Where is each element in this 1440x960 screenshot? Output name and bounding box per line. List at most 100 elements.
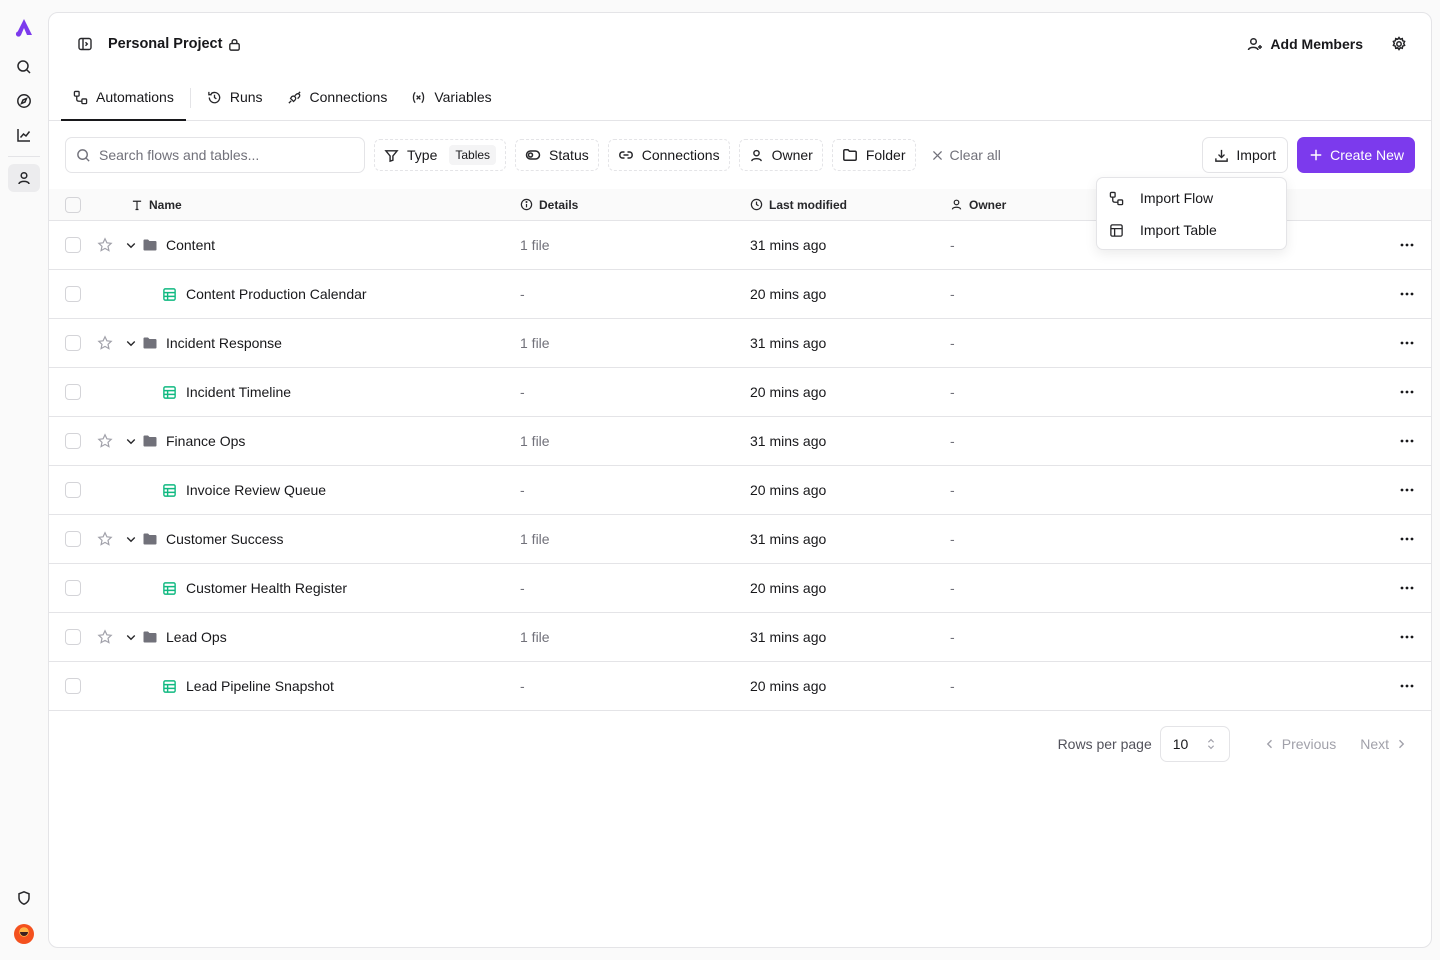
row-name[interactable]: Finance Ops — [166, 433, 245, 449]
rows-per-page-select[interactable]: 10 — [1159, 726, 1230, 762]
row-last-modified: 31 mins ago — [750, 335, 827, 351]
table-row[interactable]: Invoice Review Queue - 20 mins ago - — [49, 466, 1431, 515]
row-name[interactable]: Incident Response — [166, 335, 282, 351]
create-new-button[interactable]: Create New — [1297, 137, 1415, 173]
analytics-chart-icon[interactable] — [8, 121, 40, 149]
more-actions-icon[interactable] — [1399, 629, 1415, 645]
user-icon — [950, 198, 963, 211]
search-box[interactable] — [65, 137, 365, 173]
user-avatar[interactable] — [14, 924, 34, 944]
chevron-down-icon[interactable] — [125, 435, 137, 447]
row-checkbox[interactable] — [65, 335, 81, 351]
row-select-cell — [49, 678, 97, 694]
table-row[interactable]: Customer Health Register - 20 mins ago - — [49, 564, 1431, 613]
row-checkbox[interactable] — [65, 237, 81, 253]
tab-variables[interactable]: Variables — [399, 74, 503, 120]
row-select-cell — [49, 335, 97, 351]
more-actions-icon[interactable] — [1399, 237, 1415, 253]
project-user-icon[interactable] — [8, 164, 40, 192]
filter-label: Connections — [641, 147, 720, 163]
clear-all-button[interactable]: Clear all — [925, 147, 1007, 163]
row-checkbox[interactable] — [65, 482, 81, 498]
table-row[interactable]: Lead Pipeline Snapshot - 20 mins ago - — [49, 662, 1431, 711]
more-actions-icon[interactable] — [1399, 678, 1415, 694]
row-select-cell — [49, 531, 97, 547]
column-name[interactable]: Name — [131, 198, 182, 212]
folder-outline-icon — [842, 147, 858, 163]
folder-row[interactable]: Finance Ops 1 file 31 mins ago - — [49, 417, 1431, 466]
row-name[interactable]: Lead Ops — [166, 629, 227, 645]
row-details: 1 file — [520, 531, 550, 547]
more-actions-icon[interactable] — [1399, 384, 1415, 400]
folder-icon — [142, 629, 158, 645]
explore-compass-icon[interactable] — [8, 87, 40, 115]
row-checkbox[interactable] — [65, 580, 81, 596]
history-icon — [207, 90, 222, 105]
tab-connections[interactable]: Connections — [275, 74, 400, 120]
row-name[interactable]: Customer Health Register — [186, 580, 347, 596]
sidebar-toggle-icon[interactable] — [74, 33, 96, 55]
search-icon[interactable] — [8, 53, 40, 81]
import-button[interactable]: Import — [1202, 137, 1289, 173]
column-owner[interactable]: Owner — [950, 198, 1006, 212]
star-icon[interactable] — [97, 531, 113, 547]
folder-row[interactable]: Customer Success 1 file 31 mins ago - — [49, 515, 1431, 564]
folder-row[interactable]: Lead Ops 1 file 31 mins ago - — [49, 613, 1431, 662]
toggle-icon — [525, 147, 541, 163]
row-checkbox[interactable] — [65, 433, 81, 449]
add-members-button[interactable]: Add Members — [1241, 30, 1369, 58]
star-icon[interactable] — [97, 335, 113, 351]
row-checkbox[interactable] — [65, 384, 81, 400]
shield-icon[interactable] — [16, 890, 32, 906]
table-row[interactable]: Incident Timeline - 20 mins ago - — [49, 368, 1431, 417]
project-title[interactable]: Personal Project — [108, 36, 222, 52]
folder-filter-button[interactable]: Folder — [831, 139, 916, 171]
main-panel: Personal Project Add Members Automations — [48, 12, 1432, 948]
row-name[interactable]: Invoice Review Queue — [186, 482, 326, 498]
folder-icon — [142, 433, 158, 449]
tab-automations[interactable]: Automations — [61, 74, 186, 121]
connections-filter-button[interactable]: Connections — [607, 139, 730, 171]
owner-filter-button[interactable]: Owner — [738, 139, 823, 171]
chevron-down-icon[interactable] — [125, 239, 137, 251]
column-details[interactable]: Details — [520, 198, 578, 212]
type-filter-button[interactable]: Type Tables — [374, 139, 507, 171]
folder-icon — [142, 237, 158, 253]
more-actions-icon[interactable] — [1399, 531, 1415, 547]
chevron-down-icon[interactable] — [125, 533, 137, 545]
tab-runs[interactable]: Runs — [195, 74, 275, 120]
row-name[interactable]: Content — [166, 237, 215, 253]
row-checkbox[interactable] — [65, 531, 81, 547]
star-icon[interactable] — [97, 433, 113, 449]
settings-gear-icon[interactable] — [1391, 36, 1407, 52]
app-logo-icon[interactable] — [13, 17, 35, 39]
select-all-checkbox[interactable] — [65, 196, 81, 213]
more-actions-icon[interactable] — [1399, 482, 1415, 498]
more-actions-icon[interactable] — [1399, 286, 1415, 302]
star-icon[interactable] — [97, 629, 113, 645]
row-checkbox[interactable] — [65, 286, 81, 302]
more-actions-icon[interactable] — [1399, 580, 1415, 596]
column-last-modified[interactable]: Last modified — [750, 198, 847, 212]
chevron-down-icon[interactable] — [125, 337, 137, 349]
next-page-button[interactable]: Next — [1352, 736, 1415, 752]
row-checkbox[interactable] — [65, 629, 81, 645]
row-owner: - — [950, 237, 955, 253]
import-flow-item[interactable]: Import Flow — [1101, 182, 1282, 214]
table-row[interactable]: Content Production Calendar - 20 mins ago - — [49, 270, 1431, 319]
row-name[interactable]: Incident Timeline — [186, 384, 291, 400]
search-input[interactable] — [99, 147, 349, 163]
star-icon[interactable] — [97, 237, 113, 253]
flow-icon — [73, 90, 88, 105]
row-name[interactable]: Customer Success — [166, 531, 283, 547]
more-actions-icon[interactable] — [1399, 335, 1415, 351]
row-name[interactable]: Lead Pipeline Snapshot — [186, 678, 334, 694]
row-checkbox[interactable] — [65, 678, 81, 694]
more-actions-icon[interactable] — [1399, 433, 1415, 449]
status-filter-button[interactable]: Status — [515, 139, 599, 171]
import-table-item[interactable]: Import Table — [1101, 214, 1282, 246]
previous-page-button[interactable]: Previous — [1256, 736, 1344, 752]
row-name[interactable]: Content Production Calendar — [186, 286, 367, 302]
chevron-down-icon[interactable] — [125, 631, 137, 643]
folder-row[interactable]: Incident Response 1 file 31 mins ago - — [49, 319, 1431, 368]
